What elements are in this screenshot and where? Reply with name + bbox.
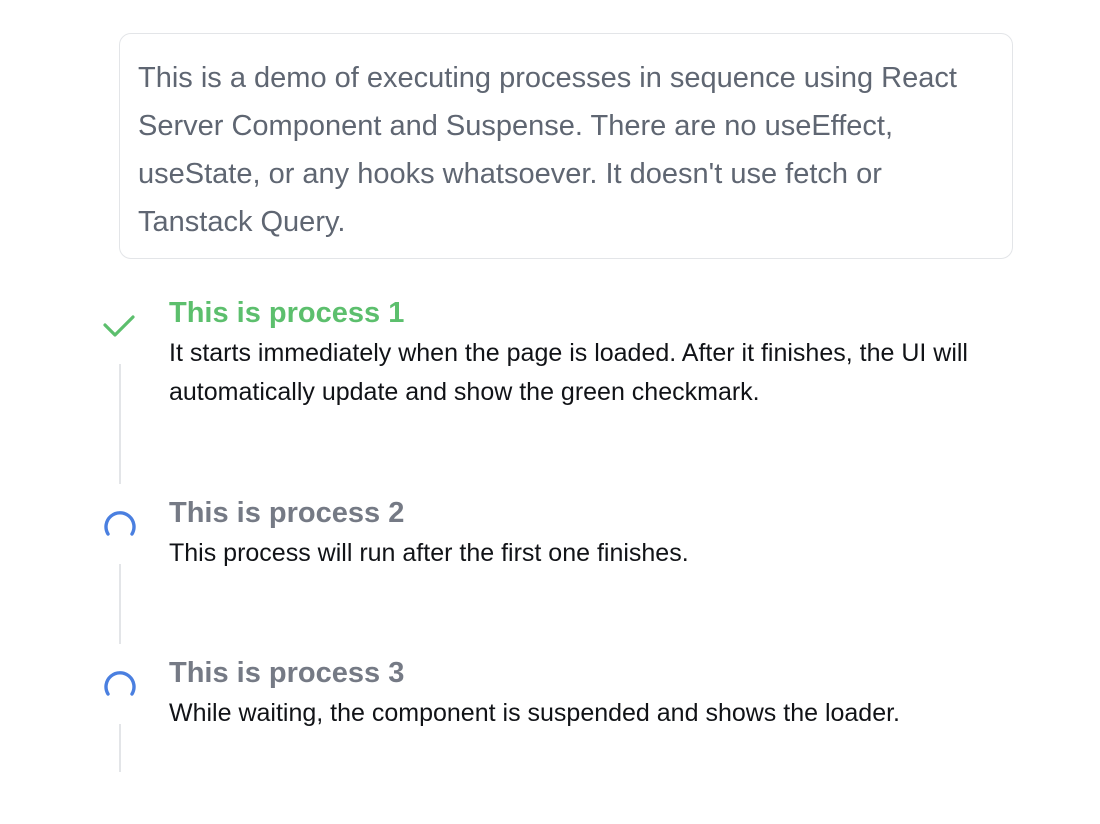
timeline-connector <box>119 724 121 772</box>
process-2-title: This is process 2 <box>169 497 405 529</box>
process-1-description: It starts immediately when the page is l… <box>169 339 968 406</box>
process-3-description: While waiting, the component is suspende… <box>169 699 901 727</box>
intro-card: This is a demo of executing processes in… <box>119 33 1013 259</box>
process-1-title: This is process 1 <box>169 297 405 329</box>
process-2-description: This process will run after the first on… <box>169 539 689 567</box>
timeline-connector <box>119 364 121 484</box>
checkmark-icon <box>102 307 136 341</box>
process-3-title: This is process 3 <box>169 657 405 689</box>
timeline-connector <box>119 564 121 644</box>
spinner-icon <box>103 667 137 701</box>
intro-text: This is a demo of executing processes in… <box>138 62 957 238</box>
spinner-icon <box>103 507 137 541</box>
